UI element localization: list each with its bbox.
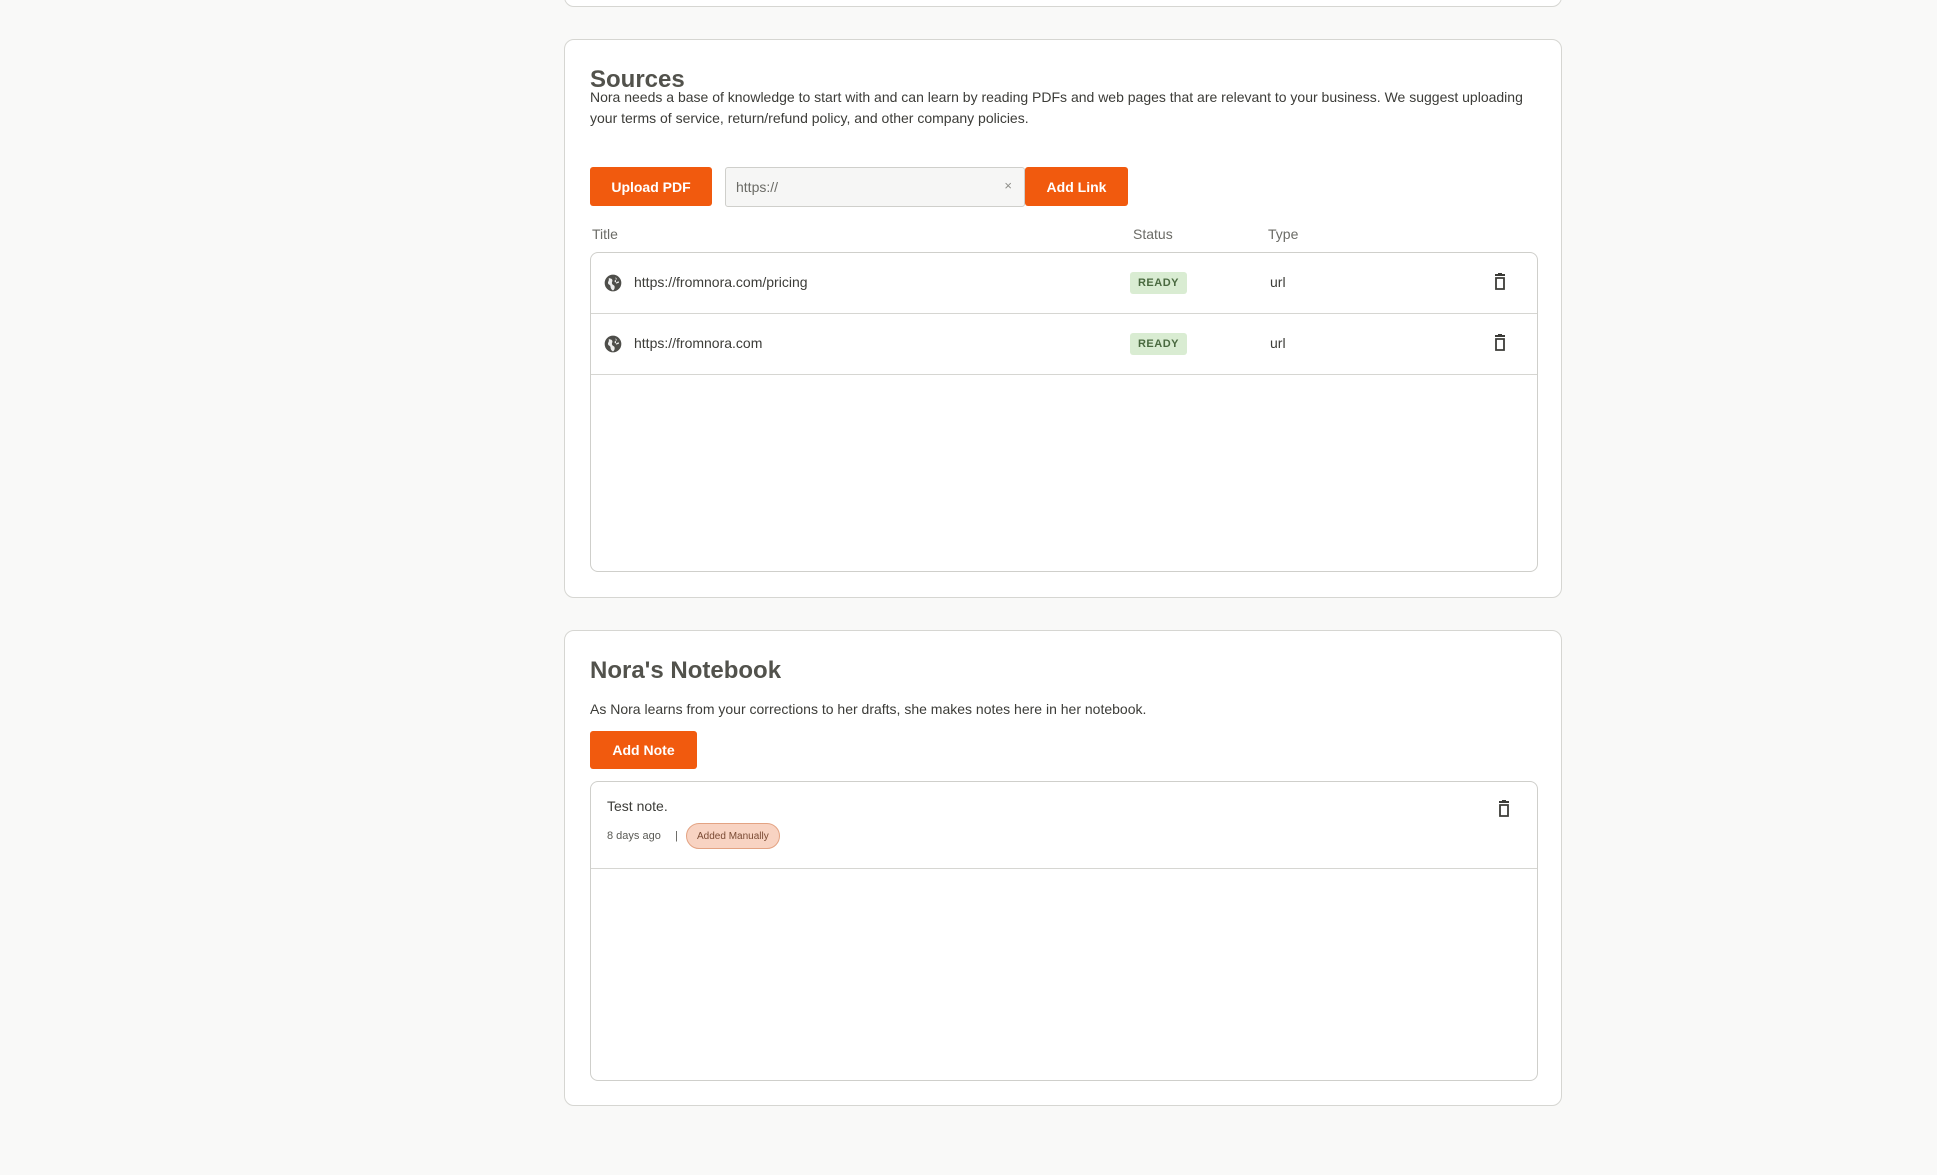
globe-icon [604, 274, 622, 292]
list-item[interactable]: Test note. 8 days ago | Added Manually [591, 782, 1537, 869]
notebook-title: Nora's Notebook [590, 657, 782, 684]
trash-icon[interactable] [1493, 334, 1507, 352]
notebook-section: Nora's Notebook As Nora learns from your… [564, 630, 1562, 1106]
notes-list: Test note. 8 days ago | Added Manually [590, 781, 1538, 1081]
source-type: url [1270, 335, 1286, 351]
source-title[interactable]: https://fromnora.com/pricing [634, 274, 808, 290]
sources-section: Sources Nora needs a base of knowledge t… [564, 39, 1562, 598]
url-input-container: × [725, 167, 1025, 207]
source-badge: Added Manually [686, 823, 780, 849]
trash-icon[interactable] [1497, 800, 1511, 818]
column-header-status[interactable]: Status [1133, 226, 1173, 242]
globe-icon [604, 335, 622, 353]
source-type: url [1270, 274, 1286, 290]
note-text: Test note. [607, 798, 668, 814]
clear-icon[interactable]: × [1004, 178, 1012, 193]
add-link-button[interactable]: Add Link [1025, 167, 1128, 206]
source-title[interactable]: https://fromnora.com [634, 335, 762, 351]
status-badge: READY [1130, 333, 1187, 355]
sources-table: https://fromnora.com/pricing READY url h… [590, 252, 1538, 572]
url-input[interactable] [726, 168, 986, 206]
notebook-description: As Nora learns from your corrections to … [590, 701, 1147, 717]
previous-section-card [564, 0, 1562, 7]
table-row[interactable]: https://fromnora.com/pricing READY url [591, 253, 1537, 314]
column-header-title[interactable]: Title [592, 226, 618, 242]
status-badge: READY [1130, 272, 1187, 294]
trash-icon[interactable] [1493, 273, 1507, 291]
note-separator: | [675, 830, 678, 842]
sources-description: Nora needs a base of knowledge to start … [590, 89, 1523, 126]
add-note-button[interactable]: Add Note [590, 731, 697, 769]
column-header-type[interactable]: Type [1268, 226, 1298, 242]
note-timestamp: 8 days ago [607, 830, 661, 842]
table-row[interactable]: https://fromnora.com READY url [591, 314, 1537, 375]
upload-pdf-button[interactable]: Upload PDF [590, 167, 712, 206]
